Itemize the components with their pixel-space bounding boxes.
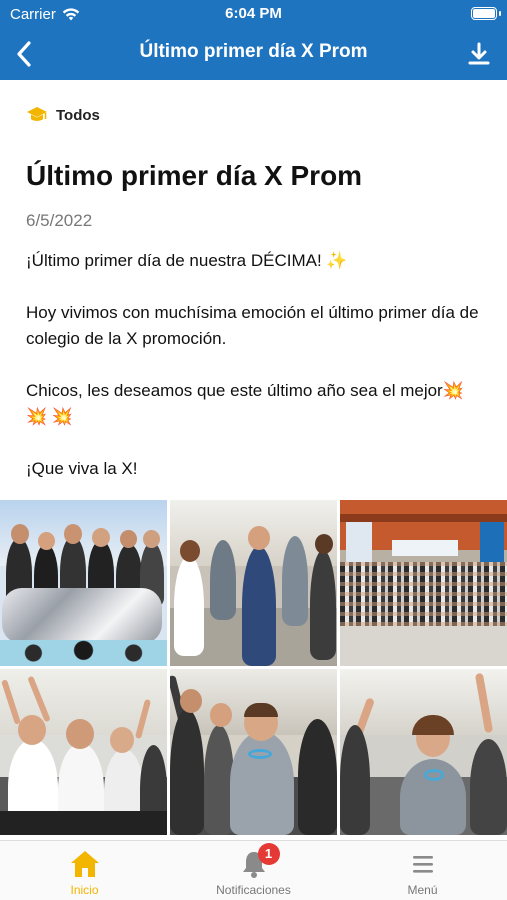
gallery-photo[interactable] — [0, 500, 167, 666]
post-body: ¡Último primer día de nuestra DÉCIMA! ✨ … — [26, 248, 486, 508]
gallery-photo[interactable] — [340, 669, 507, 835]
home-icon — [69, 849, 101, 879]
gallery-photo[interactable] — [170, 500, 337, 666]
nav-title: Último primer día X Prom — [139, 41, 368, 62]
notification-badge: 1 — [257, 843, 280, 865]
download-button[interactable] — [465, 40, 493, 68]
tab-label: Menú — [407, 883, 438, 897]
chevron-left-icon — [17, 41, 31, 67]
battery-tip — [499, 11, 501, 16]
hamburger-menu-icon — [407, 849, 439, 879]
tab-menu[interactable]: Menú — [338, 847, 507, 899]
tab-label: Notificaciones — [216, 883, 291, 897]
tab-label: Inicio — [70, 883, 99, 897]
gallery-photo[interactable] — [0, 669, 167, 835]
post-paragraph: ¡Último primer día de nuestra DÉCIMA! ✨ — [26, 251, 348, 270]
tab-notificaciones[interactable]: 1 Notificaciones — [169, 843, 338, 899]
post-title: Último primer día X Prom — [26, 160, 363, 191]
tab-inicio[interactable]: Inicio — [0, 847, 169, 899]
post-paragraph: Hoy vivimos con muchísima emoción el últ… — [26, 303, 479, 348]
post-content[interactable]: Todos Último primer día X Prom 6/5/2022 … — [0, 80, 507, 840]
category-label: Todos — [56, 106, 100, 124]
battery-icon — [471, 7, 497, 20]
category-tag: Todos — [26, 106, 100, 124]
post-paragraph: Chicos, les deseamos que este último año… — [26, 381, 464, 426]
download-icon — [468, 42, 490, 65]
photo-gallery — [0, 500, 507, 840]
post-paragraph: ¡Que viva la X! — [26, 459, 138, 478]
navigation-bar: Último primer día X Prom — [0, 28, 507, 80]
status-time: 6:04 PM — [225, 5, 282, 22]
bell-icon: 1 — [238, 843, 280, 879]
status-bar: Carrier 6:04 PM — [0, 0, 507, 28]
tab-bar: Inicio 1 Notificaciones Menú — [0, 840, 507, 900]
gallery-photo[interactable] — [340, 500, 507, 666]
graduation-cap-icon — [27, 107, 47, 121]
gallery-photo[interactable] — [170, 669, 337, 835]
post-date: 6/5/2022 — [26, 211, 93, 230]
back-button[interactable] — [8, 38, 40, 70]
